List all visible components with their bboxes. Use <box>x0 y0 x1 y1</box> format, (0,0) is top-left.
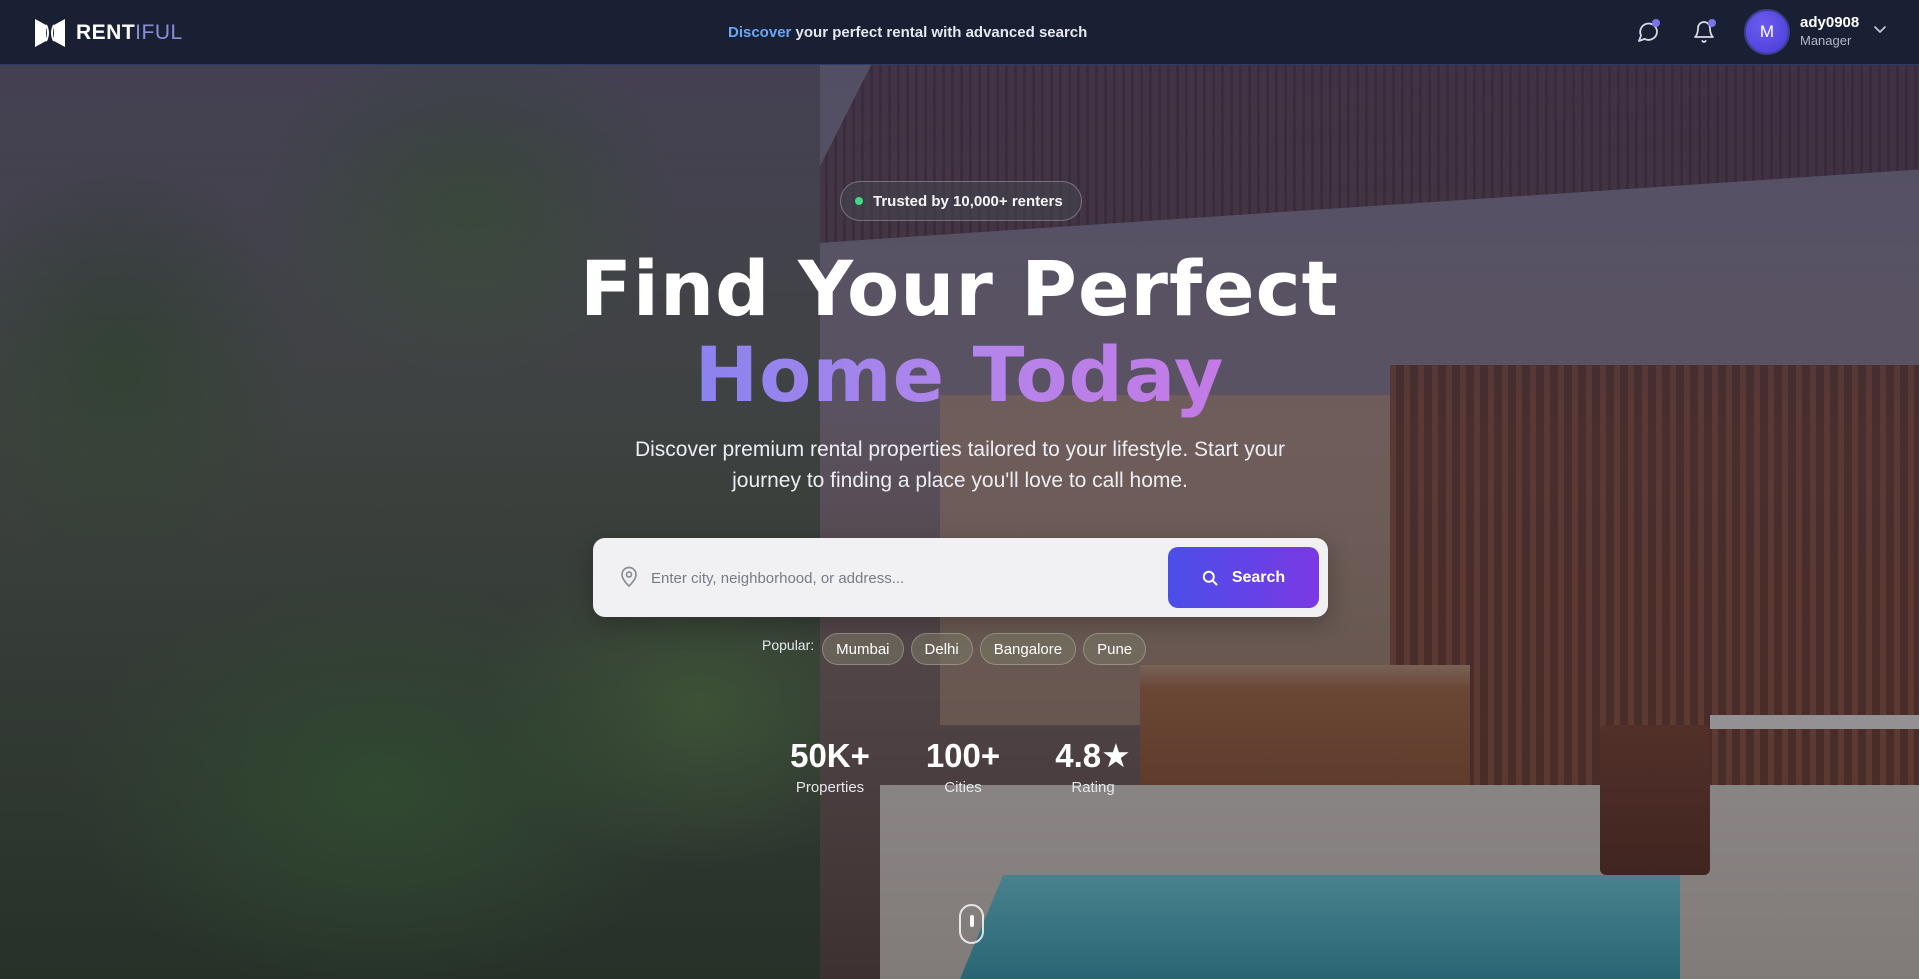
messages-button[interactable] <box>1634 18 1662 46</box>
hero-title: Find Your Perfect Home Today <box>0 246 1919 418</box>
stat-properties: 50K+ Properties <box>760 737 900 796</box>
user-menu[interactable]: M ady0908 Manager <box>1744 9 1887 55</box>
avatar: M <box>1744 9 1790 55</box>
hero-subtitle: Discover premium rental properties tailo… <box>634 438 1286 492</box>
messages-notification-dot <box>1652 19 1660 27</box>
search-button-label: Search <box>1231 568 1286 586</box>
stat-cities: 100+ Cities <box>893 737 1033 796</box>
tagline-text: your perfect rental with advanced search <box>791 24 1088 41</box>
stat-label: Cities <box>944 779 982 796</box>
trusted-badge-text: Trusted by 10,000+ renters <box>873 192 1063 210</box>
chevron-down-icon <box>1874 26 1887 33</box>
stat-value: 4.8★ <box>1055 737 1131 774</box>
stat-rating: 4.8★ Rating <box>1023 737 1163 796</box>
search-button[interactable]: Search <box>1168 547 1319 608</box>
trusted-badge: Trusted by 10,000+ renters <box>840 181 1082 221</box>
popular-label: Popular: <box>762 637 815 653</box>
stat-value: 50K+ <box>790 737 870 774</box>
hero-title-line1: Find Your Perfect <box>580 244 1339 333</box>
hero-title-line2: Home Today <box>694 330 1225 419</box>
search-input[interactable] <box>651 560 1151 596</box>
status-dot <box>855 197 863 205</box>
stat-label: Rating <box>1071 779 1115 796</box>
search-bar: Search <box>593 538 1328 617</box>
popular-chip-bangalore[interactable]: Bangalore <box>979 633 1077 665</box>
scroll-knob <box>970 915 974 927</box>
stat-label: Properties <box>795 779 865 796</box>
nav-tagline: Discover your perfect rental with advanc… <box>728 24 1087 41</box>
notifications-dot <box>1708 19 1716 27</box>
scroll-down-indicator[interactable] <box>959 904 984 944</box>
notifications-button[interactable] <box>1690 18 1718 46</box>
user-info: ady0908 Manager <box>1800 14 1859 50</box>
search-icon <box>1202 570 1218 585</box>
logo-icon <box>35 19 65 47</box>
brand-link[interactable]: RENTIFUL <box>33 17 183 49</box>
brand-name: RENTIFUL <box>76 21 183 44</box>
stat-value: 100+ <box>925 737 1001 774</box>
user-name: ady0908 <box>1800 14 1860 31</box>
location-pin-icon <box>621 566 637 588</box>
popular-chip-mumbai[interactable]: Mumbai <box>822 633 904 665</box>
tagline-highlight: Discover <box>728 24 792 41</box>
popular-chip-pune[interactable]: Pune <box>1083 633 1147 665</box>
popular-chip-delhi[interactable]: Delhi <box>910 633 973 665</box>
user-role: Manager <box>1800 33 1852 48</box>
top-navbar: RENTIFUL Discover your perfect rental wi… <box>0 0 1919 65</box>
popular-searches: Popular: Mumbai Delhi Bangalore Pune <box>762 633 1153 665</box>
